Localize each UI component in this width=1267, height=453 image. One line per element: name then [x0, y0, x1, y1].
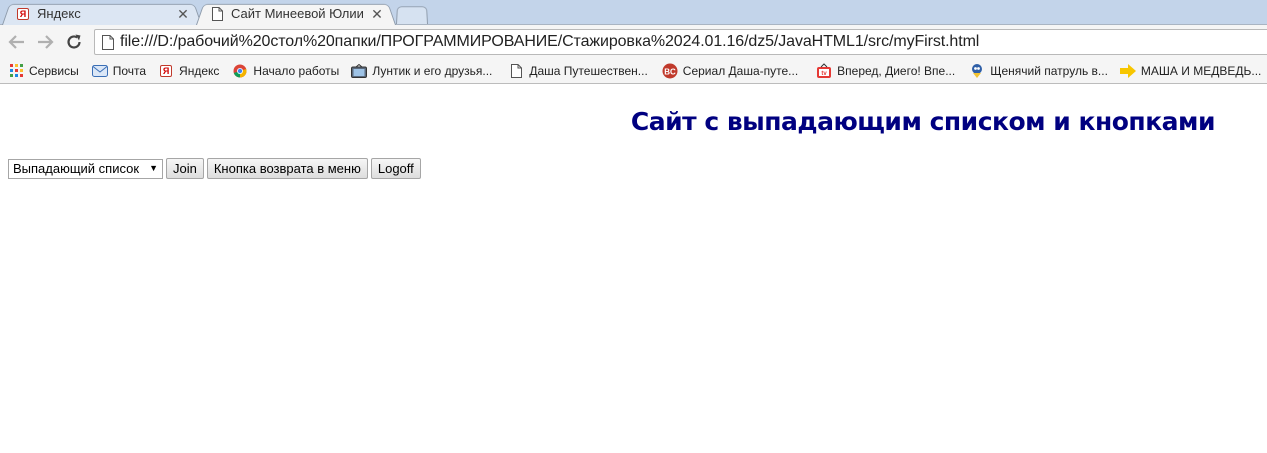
tv-red-icon: tv: [816, 62, 832, 79]
controls-row: Выпадающий список ▼ Join Кнопка возврата…: [8, 158, 421, 179]
bookmark-dasha-series[interactable]: BC Сериал Даша-путе...: [662, 60, 798, 82]
bookmark-label: Яндекс: [179, 63, 220, 78]
bookmark-label: Лунтик и его друзья...: [372, 63, 493, 78]
bookmark-luntik[interactable]: Лунтик и его друзья...: [351, 60, 492, 82]
back-button[interactable]: [6, 31, 28, 53]
bookmark-label: Щенячий патруль в...: [990, 63, 1108, 78]
page-content: Сайт с выпадающим списком и кнопками Вып…: [0, 85, 1267, 453]
bookmark-getting-started[interactable]: Начало работы: [232, 60, 339, 82]
page-icon: [102, 34, 114, 50]
back-to-menu-button[interactable]: Кнопка возврата в меню: [206, 158, 368, 179]
chrome-icon: [232, 63, 248, 79]
address-bar[interactable]: file:///D:/рабочий%20стол%20папки/ПРОГРА…: [94, 29, 1267, 55]
url-text: file:///D:/рабочий%20стол%20папки/ПРОГРА…: [120, 33, 980, 50]
bookmark-label: Сервисы: [29, 63, 79, 78]
page-title: Сайт с выпадающим списком и кнопками: [630, 107, 1216, 136]
bookmark-label: МАША И МЕДВЕДЬ...: [1140, 63, 1262, 78]
bookmark-mail[interactable]: Почта: [91, 60, 147, 82]
bookmark-label: Вперед, Диего! Впе...: [837, 63, 956, 78]
bookmark-paw-patrol[interactable]: Щенячий патруль в...: [969, 60, 1108, 82]
svg-text:tv: tv: [821, 71, 827, 77]
svg-text:BC: BC: [664, 67, 676, 76]
tab-active-page[interactable]: Сайт Минеевой Юлии ✕: [196, 2, 396, 26]
bookmark-label: Сериал Даша-путе...: [682, 63, 799, 78]
bookmarks-bar: Сервисы Почта Я Яндекс Начало работы Лун…: [0, 58, 1267, 84]
back-arrow-icon: [8, 35, 24, 49]
join-button[interactable]: Join: [166, 158, 204, 179]
new-tab-button[interactable]: [396, 5, 428, 25]
dropdown-selected-value: Выпадающий список: [13, 161, 140, 176]
mail-icon: [91, 63, 108, 79]
forward-arrow-icon: [38, 35, 54, 49]
bookmark-label: Даша Путешествен...: [529, 63, 648, 78]
cartoon-icon: [969, 63, 985, 79]
reload-button[interactable]: [63, 31, 85, 53]
page-icon: [210, 6, 224, 21]
bookmark-services[interactable]: Сервисы: [8, 60, 79, 82]
tab-yandex[interactable]: Я Яндекс ✕: [2, 2, 202, 26]
yandex-icon: Я: [158, 63, 174, 79]
close-icon[interactable]: ✕: [370, 7, 384, 21]
yandex-icon: Я: [16, 7, 30, 21]
dropdown-arrow-icon: ▼: [149, 162, 158, 173]
logoff-button[interactable]: Logoff: [370, 158, 421, 179]
tab-title: Сайт Минеевой Юлии: [231, 6, 364, 21]
bookmark-diego[interactable]: tv Вперед, Диего! Впе...: [816, 60, 955, 82]
browser-toolbar: file:///D:/рабочий%20стол%20папки/ПРОГРА…: [0, 25, 1267, 58]
bookmark-label: Почта: [112, 63, 147, 78]
close-icon[interactable]: ✕: [176, 7, 190, 21]
tab-strip: Я Яндекс ✕ Сайт Минеевой Юлии ✕: [0, 0, 1267, 26]
bookmark-dasha[interactable]: Даша Путешествен...: [508, 60, 648, 82]
arrow-right-icon: [1119, 63, 1136, 79]
tv-icon: [351, 63, 368, 79]
reload-icon: [67, 34, 81, 49]
apps-grid-icon: [8, 63, 24, 79]
bc-icon: BC: [662, 63, 678, 79]
bookmark-masha[interactable]: МАША И МЕДВЕДЬ...: [1119, 60, 1262, 82]
tab-title: Яндекс: [37, 6, 81, 21]
forward-button[interactable]: [34, 31, 56, 53]
bookmark-yandex[interactable]: Я Яндекс: [158, 60, 219, 82]
dropdown-select[interactable]: Выпадающий список ▼: [8, 158, 163, 179]
bookmark-label: Начало работы: [253, 63, 340, 78]
page-icon: [508, 63, 524, 79]
